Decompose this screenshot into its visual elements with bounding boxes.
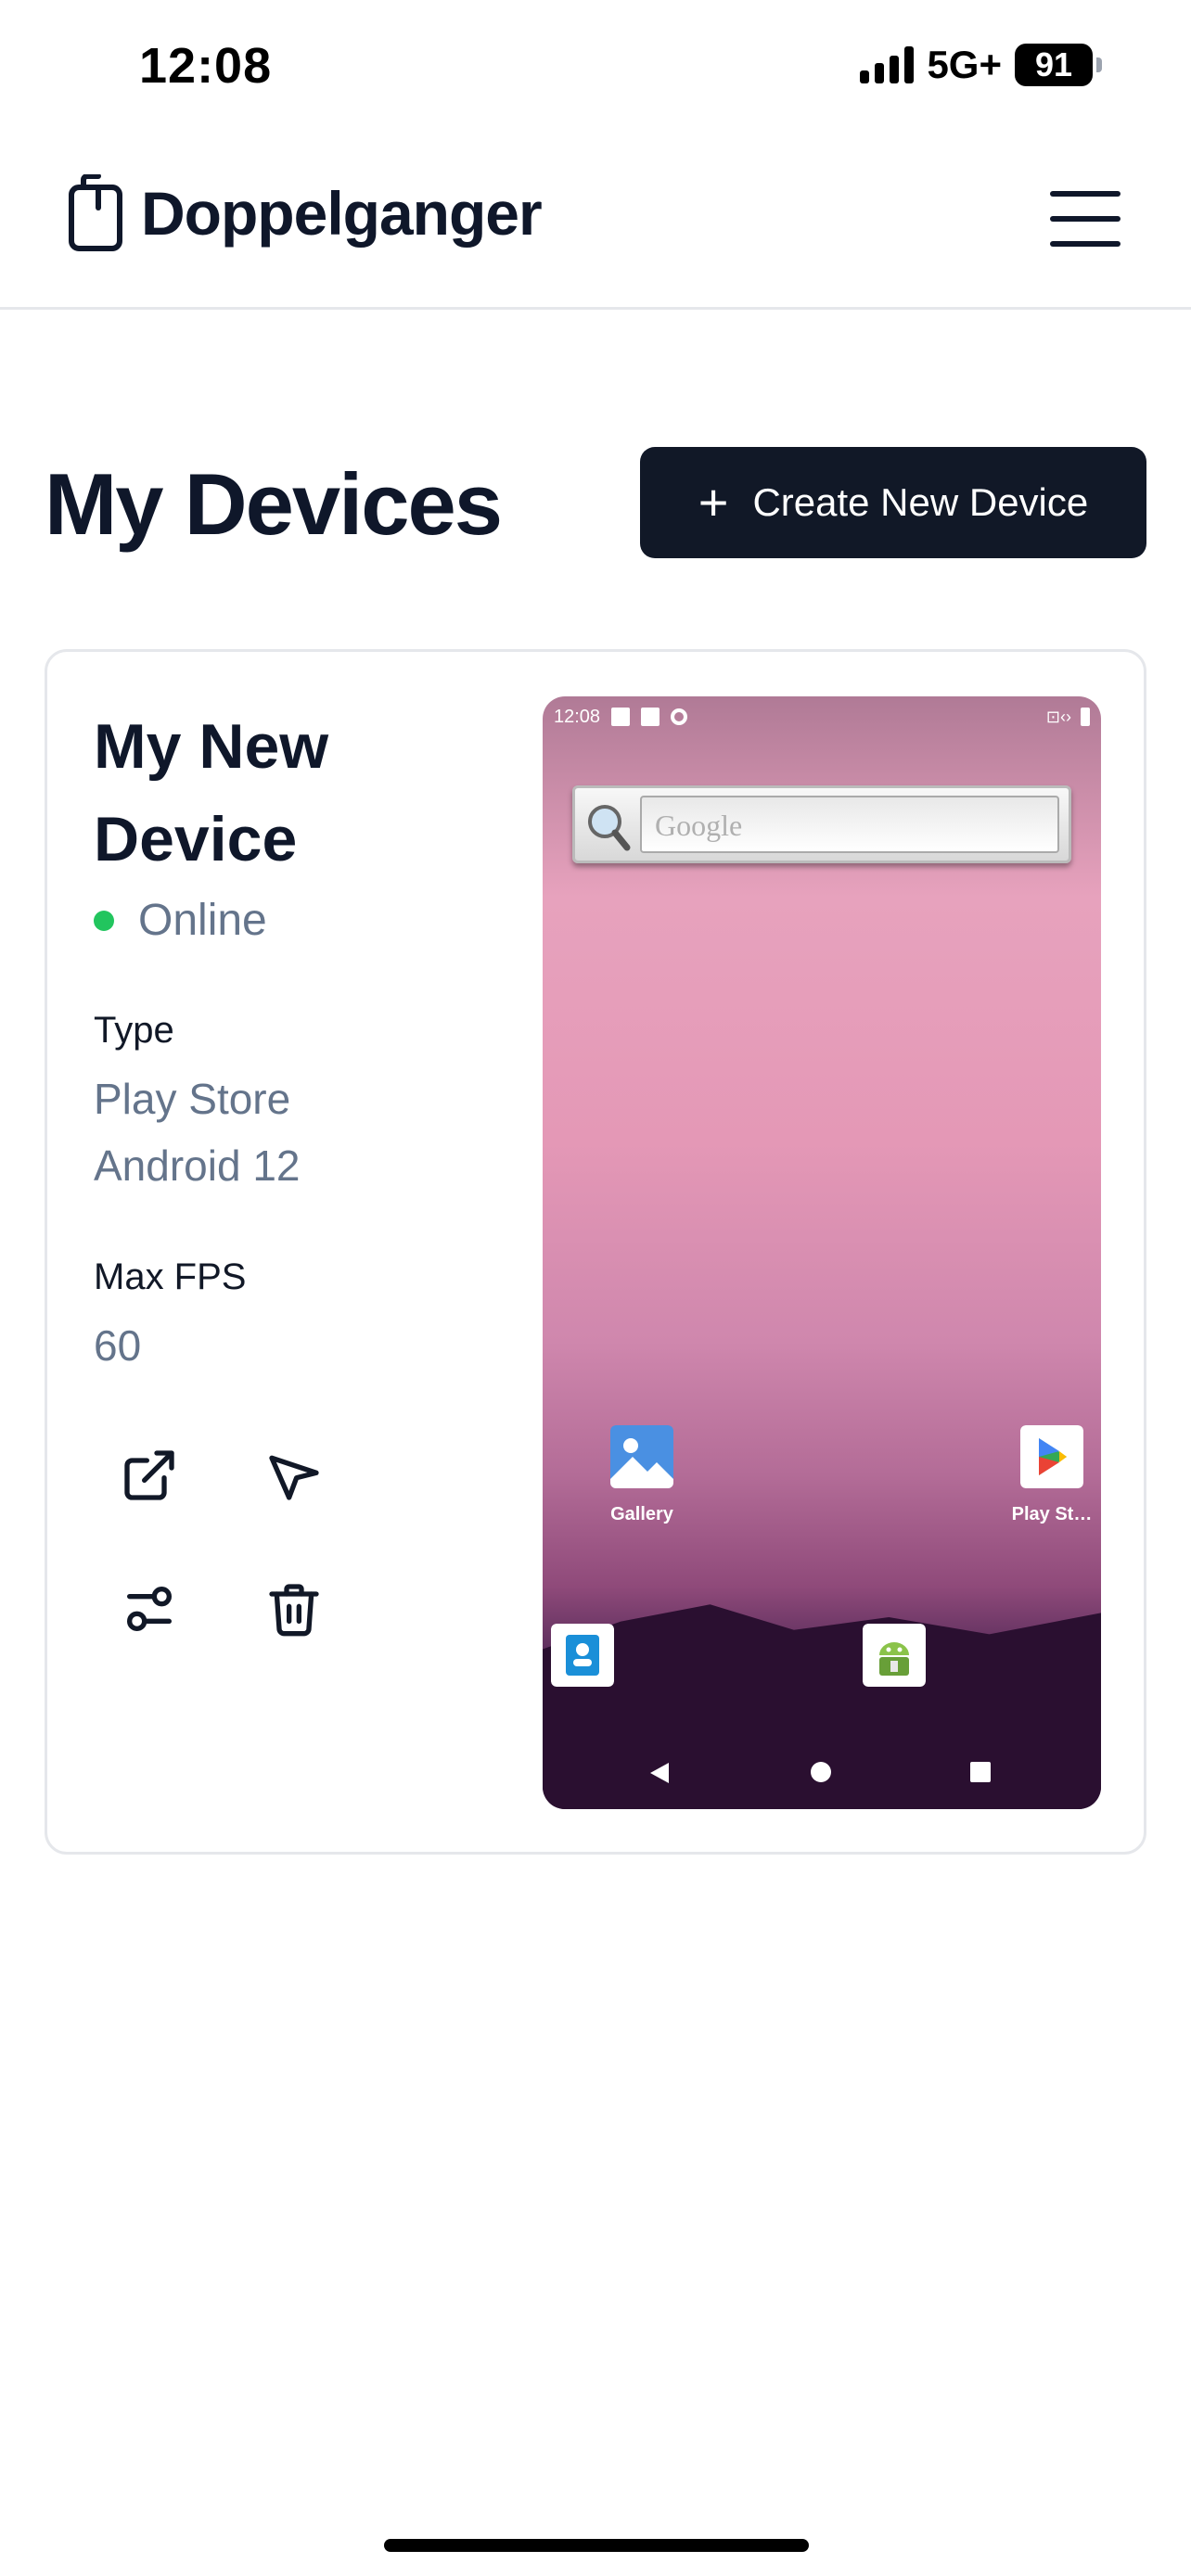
create-new-device-button[interactable]: + Create New Device (640, 447, 1146, 558)
device-screen-preview[interactable]: 12:08 ⊡‹› Google Gallery Play St… (543, 696, 1101, 1809)
android-nav-bar (543, 1753, 1101, 1791)
network-type: 5G+ (927, 43, 1002, 86)
status-bar: 12:08 5G+ 91 (0, 0, 1191, 139)
battery-icon: 91 (1015, 44, 1093, 86)
plus-icon: + (698, 473, 729, 531)
app-name: Doppelganger (141, 179, 543, 248)
app-label: Gallery (610, 1504, 673, 1524)
google-search-field[interactable]: Google (640, 796, 1059, 853)
cast-icon: ⊡‹› (1045, 707, 1071, 726)
home-button[interactable] (810, 1761, 832, 1788)
sliders-icon (127, 1587, 172, 1631)
page-title: My Devices (45, 455, 503, 553)
app-header: Doppelganger (0, 139, 1191, 310)
type-value-line1: Play Store (94, 1075, 291, 1123)
delete-device-button[interactable] (264, 1579, 324, 1639)
trash-icon (269, 1584, 319, 1637)
status-indicators: 5G+ 91 (860, 43, 1102, 87)
signal-icon (860, 46, 915, 83)
notification-icon (611, 708, 631, 726)
sync-icon (671, 708, 688, 725)
status-time: 12:08 (139, 38, 273, 94)
battery-level: 91 (1034, 45, 1073, 83)
open-external-button[interactable] (120, 1446, 179, 1505)
magnifier-icon (588, 805, 631, 851)
android-icon (863, 1624, 926, 1687)
status-text: Online (138, 896, 267, 945)
app-logo[interactable]: Doppelganger (67, 174, 543, 252)
control-device-button[interactable] (264, 1446, 324, 1505)
google-search-widget[interactable]: Google (572, 785, 1071, 863)
type-label: Type (94, 1010, 174, 1051)
phone-logo-icon (69, 174, 122, 251)
app-contacts[interactable] (543, 1624, 643, 1691)
contacts-icon (551, 1624, 614, 1687)
app-label: Play St… (1011, 1504, 1093, 1524)
hamburger-menu-icon[interactable] (1050, 191, 1121, 247)
app-gallery[interactable]: Gallery (582, 1425, 702, 1525)
gallery-icon (610, 1425, 673, 1488)
type-value-line2: Android 12 (94, 1141, 301, 1190)
app-android[interactable] (834, 1624, 954, 1691)
fps-label: Max FPS (94, 1256, 247, 1297)
create-button-label: Create New Device (752, 480, 1089, 524)
cursor-pointer-icon (269, 1455, 319, 1500)
device-status: Online (94, 895, 267, 946)
back-button[interactable] (648, 1761, 671, 1790)
preview-time: 12:08 (554, 706, 601, 727)
preview-battery-icon (1081, 708, 1090, 726)
notification-icon (641, 708, 660, 726)
app-play-store[interactable]: Play St… (992, 1425, 1101, 1525)
recents-button[interactable] (969, 1761, 992, 1788)
device-settings-button[interactable] (120, 1579, 179, 1639)
status-dot-icon (94, 910, 114, 931)
fps-value: 60 (94, 1321, 142, 1370)
preview-status-bar: 12:08 ⊡‹› (554, 702, 1090, 732)
device-name: My New Device (94, 711, 329, 874)
play-store-icon (1020, 1425, 1083, 1488)
device-card: My New Device Online Type Play Store And… (45, 649, 1146, 1855)
home-indicator (384, 2539, 809, 2552)
battery-tip (1096, 57, 1102, 72)
external-link-icon (124, 1450, 174, 1500)
